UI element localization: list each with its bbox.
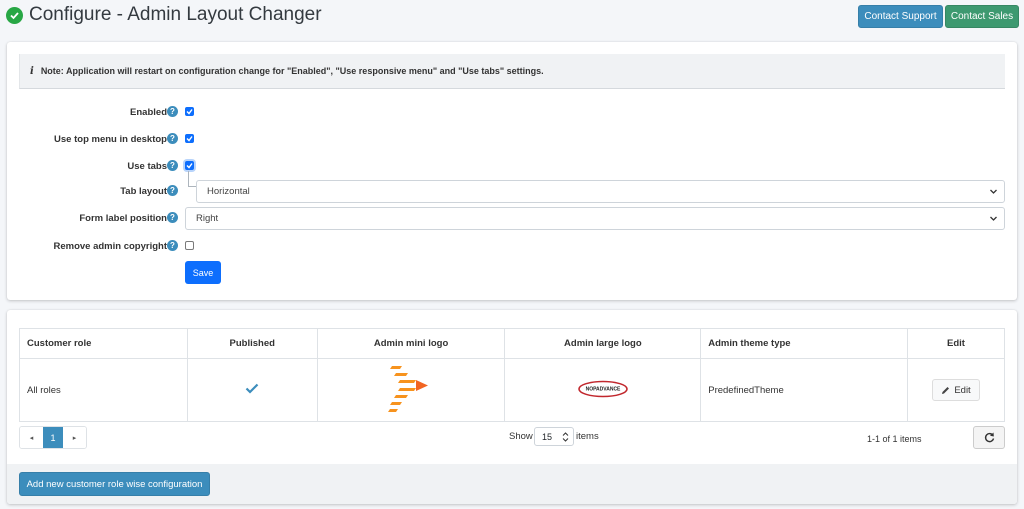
column-header[interactable]: Edit (907, 328, 1005, 359)
help-icon[interactable]: ? (167, 106, 178, 117)
use-tabs-row: Use tabs ? (7, 156, 1017, 178)
grid-footer: Add new customer role wise configuration (7, 464, 1017, 504)
edit-cell: Edit (907, 358, 1005, 422)
chevron-down-icon (990, 189, 997, 194)
help-icon[interactable]: ? (167, 240, 178, 251)
refresh-button[interactable] (973, 426, 1005, 449)
refresh-icon (984, 432, 994, 443)
published-cell (186, 358, 318, 422)
admin-mini-logo-cell (316, 358, 506, 422)
table-header-row: Customer role Published Admin mini logo … (19, 328, 1005, 359)
items-range: 1-1 of 1 items (867, 434, 922, 444)
checkmark-icon (245, 383, 259, 394)
pager: ◂ 1 ▸ (19, 426, 87, 449)
table-row: All roles NOPADVANCE PredefinedTheme Edi… (19, 358, 1005, 422)
updown-icon (562, 432, 569, 442)
admin-large-logo-cell: NOPADVANCE (504, 358, 702, 422)
enabled-row: Enabled ? (7, 102, 1017, 124)
help-icon[interactable]: ? (167, 185, 178, 196)
customer-role-grid-card: Customer role Published Admin mini logo … (7, 310, 1017, 504)
help-icon[interactable]: ? (167, 160, 178, 171)
checkmark-icon (186, 136, 193, 142)
use-top-menu-row: Use top menu in desktop ? (7, 129, 1017, 151)
add-new-configuration-button[interactable]: Add new customer role wise configuration (19, 472, 210, 496)
pager-next-button[interactable]: ▸ (63, 427, 86, 448)
pencil-icon (942, 386, 950, 394)
form-label-position-label: Form label position (79, 213, 167, 224)
enabled-checkbox[interactable] (185, 107, 194, 116)
column-header[interactable]: Customer role (19, 328, 188, 359)
remove-copyright-checkbox[interactable] (185, 241, 194, 250)
info-icon: i (30, 65, 34, 77)
contact-sales-button[interactable]: Contact Sales (945, 5, 1019, 28)
tab-layout-select[interactable]: Horizontal (196, 180, 1005, 203)
remove-copyright-row: Remove admin copyright ? (7, 236, 1017, 258)
large-logo-image: NOPADVANCE (578, 380, 628, 397)
column-header[interactable]: Admin mini logo (316, 328, 506, 359)
restart-note: i Note: Application will restart on conf… (19, 54, 1005, 89)
tab-layout-label: Tab layout (120, 186, 167, 197)
column-header[interactable]: Published (186, 328, 318, 359)
theme-type-cell: PredefinedTheme (700, 358, 909, 422)
use-tabs-label: Use tabs (127, 161, 167, 172)
settings-card: i Note: Application will restart on conf… (7, 42, 1017, 300)
use-top-menu-checkbox[interactable] (185, 134, 194, 143)
remove-copyright-label: Remove admin copyright (53, 241, 168, 252)
page-size-select[interactable]: 15 (534, 427, 574, 446)
checkmark-icon (186, 109, 193, 115)
help-icon[interactable]: ? (167, 133, 178, 144)
page-title: Configure - Admin Layout Changer (29, 4, 322, 25)
enabled-label: Enabled (130, 107, 167, 118)
mini-logo-image (388, 365, 429, 412)
customer-role-cell: All roles (19, 358, 188, 422)
form-label-position-select[interactable]: Right (185, 207, 1005, 230)
pager-prev-button[interactable]: ◂ (20, 427, 43, 448)
pager-page-1[interactable]: 1 (43, 427, 63, 448)
help-icon[interactable]: ? (167, 212, 178, 223)
contact-support-button[interactable]: Contact Support (858, 5, 943, 28)
save-button[interactable]: Save (185, 261, 221, 284)
items-label: items (576, 431, 599, 442)
tab-layout-value: Horizontal (207, 186, 250, 197)
checkmark-icon (186, 163, 193, 169)
note-text: Note: Application will restart on config… (40, 66, 544, 76)
check-circle-icon (6, 7, 23, 24)
customer-role-table: Customer role Published Admin mini logo … (19, 328, 1005, 422)
column-header[interactable]: Admin theme type (700, 328, 909, 359)
use-top-menu-label: Use top menu in desktop (54, 134, 167, 145)
form-label-position-value: Right (196, 213, 219, 224)
chevron-down-icon (990, 216, 997, 221)
page-header: Configure - Admin Layout Changer Contact… (0, 0, 1024, 34)
edit-label: Edit (954, 384, 971, 396)
use-tabs-checkbox[interactable] (185, 161, 194, 170)
column-header[interactable]: Admin large logo (504, 328, 702, 359)
page-size-value: 15 (542, 431, 553, 442)
large-logo-text: NOPADVANCE (585, 386, 620, 392)
show-label: Show (509, 431, 533, 442)
edit-button[interactable]: Edit (932, 379, 980, 401)
